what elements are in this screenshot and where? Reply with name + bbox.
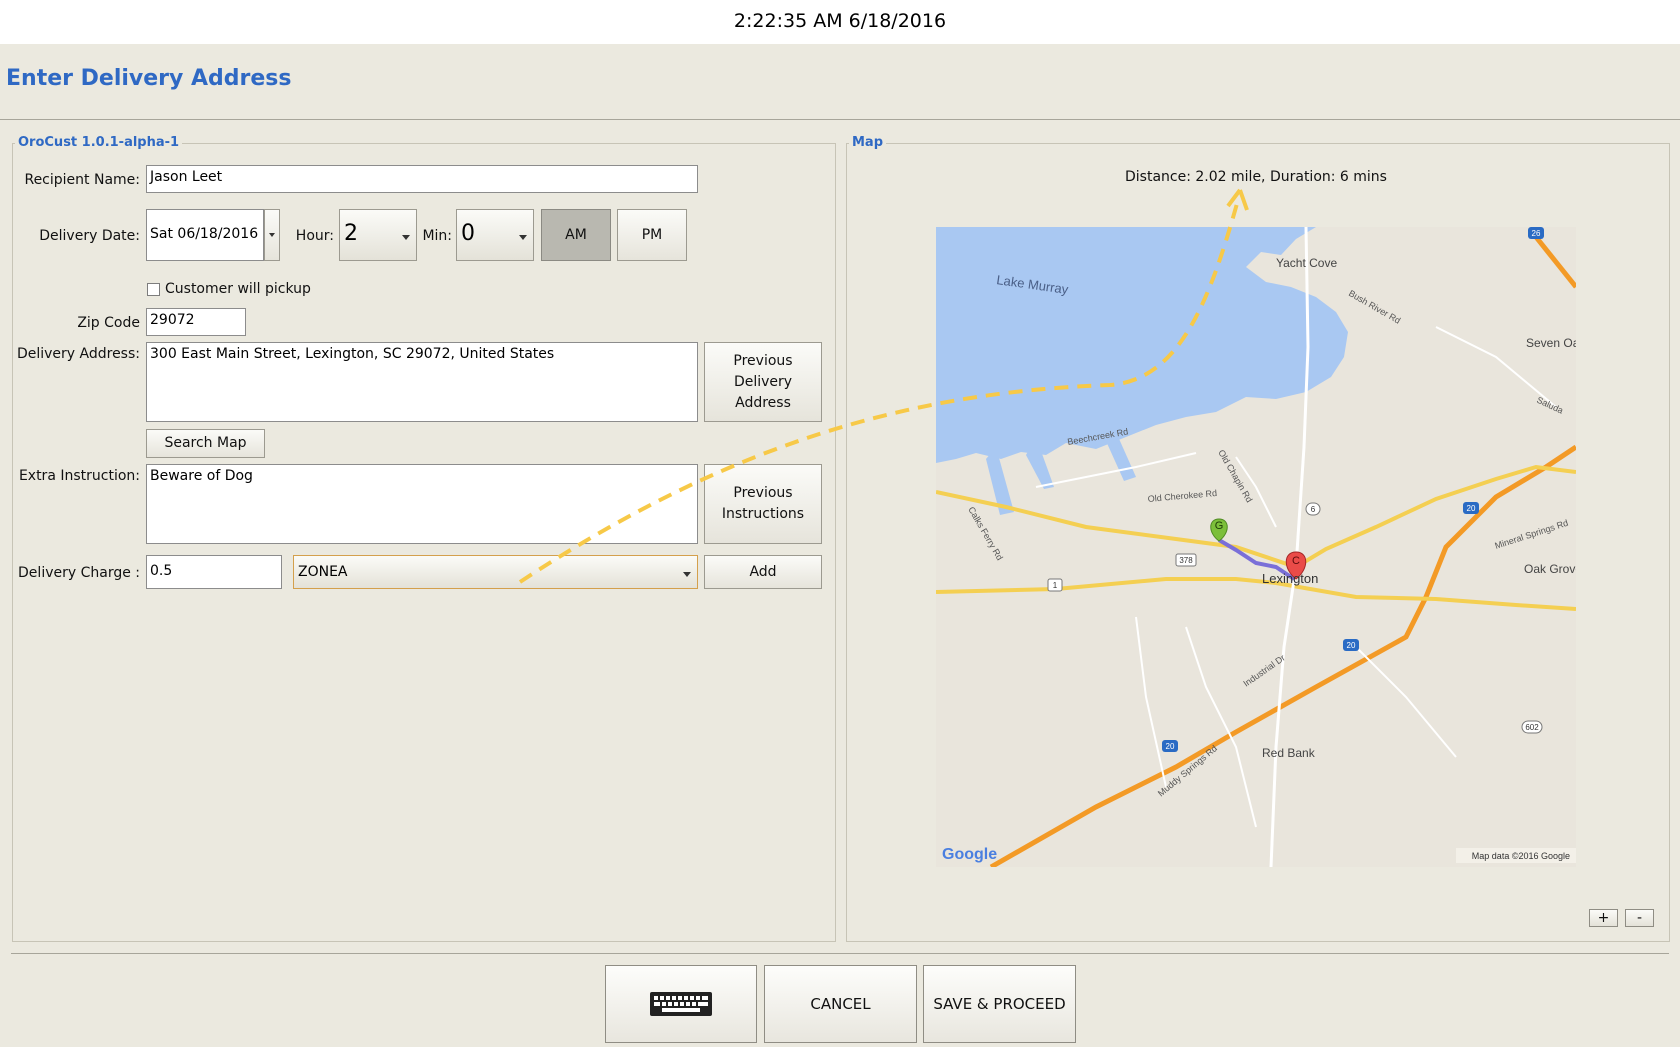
svg-text:G: G — [1215, 520, 1224, 532]
svg-text:C: C — [1292, 555, 1300, 567]
previous-instructions-button[interactable]: Previous Instructions — [704, 464, 822, 544]
i20-shield-1: 20 — [1343, 639, 1359, 651]
chevron-down-icon — [683, 572, 691, 577]
extra-instruction-input[interactable]: Beware of Dog — [146, 464, 698, 544]
recipient-label: Recipient Name: — [24, 172, 140, 188]
hour-select[interactable]: 2 — [339, 209, 417, 261]
map-group-label: Map — [849, 135, 887, 150]
date-picker-button[interactable] — [264, 209, 280, 261]
add-button[interactable]: Add — [704, 555, 822, 589]
keyboard-icon — [650, 992, 712, 1016]
svg-text:378: 378 — [1179, 556, 1193, 565]
svg-text:602: 602 — [1525, 723, 1539, 732]
chevron-down-icon — [519, 235, 527, 240]
zone-select[interactable]: ZONEA — [293, 555, 698, 589]
r1-shield: 1 — [1047, 578, 1063, 592]
zip-label: Zip Code — [77, 315, 140, 331]
chevron-down-icon — [402, 235, 410, 240]
page-title: Enter Delivery Address — [6, 66, 292, 91]
charge-label: Delivery Charge : — [18, 565, 140, 581]
svg-text:20: 20 — [1166, 742, 1175, 751]
chevron-down-icon — [269, 233, 275, 237]
recipient-name-input[interactable]: Jason Leet — [146, 165, 698, 193]
svg-text:6: 6 — [1311, 505, 1316, 514]
svg-text:26: 26 — [1532, 229, 1541, 238]
delivery-address-input[interactable]: 300 East Main Street, Lexington, SC 2907… — [146, 342, 698, 422]
zone-value: ZONEA — [298, 564, 348, 580]
min-label: Min: — [422, 228, 452, 244]
place-oak-grove: Oak Grove — [1524, 562, 1576, 576]
google-logo: Google — [942, 846, 997, 863]
address-label: Delivery Address: — [16, 346, 140, 362]
search-map-button[interactable]: Search Map — [146, 429, 265, 458]
r378-shield: 378 — [1175, 553, 1197, 567]
zoom-in-button[interactable]: + — [1589, 909, 1618, 927]
delivery-charge-input[interactable]: 0.5 — [146, 555, 282, 589]
am-button[interactable]: AM — [541, 209, 611, 261]
hour-value: 2 — [344, 221, 358, 246]
i20-shield-2: 20 — [1463, 502, 1479, 514]
distance-duration-text: Distance: 2.02 mile, Duration: 6 mins — [1125, 169, 1387, 185]
r6-shield: 6 — [1305, 502, 1321, 516]
save-proceed-button[interactable]: SAVE & PROCEED — [923, 965, 1076, 1043]
place-seven-oaks: Seven Oak — [1526, 336, 1576, 350]
i20-shield-3: 20 — [1162, 740, 1178, 752]
previous-delivery-address-button[interactable]: Previous Delivery Address — [704, 342, 822, 422]
keyboard-button[interactable] — [605, 965, 757, 1043]
pm-button[interactable]: PM — [617, 209, 687, 261]
cancel-button[interactable]: CANCEL — [764, 965, 917, 1043]
svg-text:20: 20 — [1347, 641, 1356, 650]
title-divider — [0, 119, 1680, 120]
svg-text:1: 1 — [1053, 581, 1058, 590]
hour-label: Hour: — [295, 228, 334, 244]
instruction-label: Extra Instruction: — [18, 468, 140, 484]
place-lexington: Lexington — [1262, 571, 1318, 586]
place-red-bank: Red Bank — [1262, 746, 1316, 760]
delivery-date-input[interactable]: Sat 06/18/2016 — [146, 209, 264, 261]
place-yacht-cove: Yacht Cove — [1276, 256, 1337, 270]
r602-shield: 602 — [1521, 720, 1543, 734]
i26-shield: 26 — [1528, 227, 1544, 239]
minute-select[interactable]: 0 — [456, 209, 534, 261]
zip-code-input[interactable]: 29072 — [146, 308, 246, 336]
form-group-label: OroCust 1.0.1-alpha-1 — [15, 135, 183, 150]
clock: 2:22:35 AM 6/18/2016 — [733, 10, 947, 32]
customer-pickup-checkbox[interactable] — [147, 283, 160, 296]
route-map[interactable]: G C Yacht Cove Lake Murray Seven Oak Lex… — [936, 227, 1576, 867]
zoom-out-button[interactable]: - — [1625, 909, 1654, 927]
map-attribution: Map data ©2016 Google — [1472, 851, 1570, 861]
footer-divider — [11, 953, 1669, 954]
date-label: Delivery Date: — [39, 228, 140, 244]
svg-text:20: 20 — [1467, 504, 1476, 513]
customer-pickup-label: Customer will pickup — [165, 281, 311, 297]
minute-value: 0 — [461, 221, 475, 246]
